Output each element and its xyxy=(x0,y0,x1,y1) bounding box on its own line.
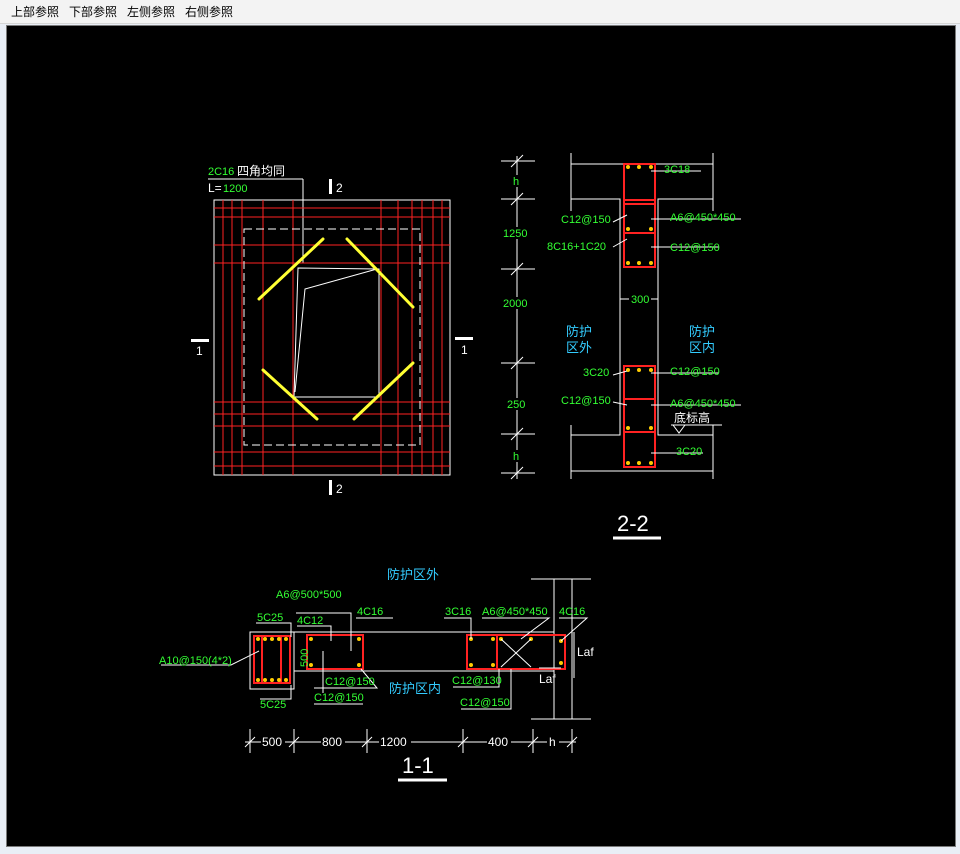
corner-bar-label: 2C16 xyxy=(208,166,234,178)
label-22-stirrup-left-low: C12@150 xyxy=(561,395,611,407)
label-22-bottom-elev: 底标高 xyxy=(674,410,710,425)
label-22-bars-left-low: 3C20 xyxy=(583,367,609,379)
label-11-beam-bars-left: 4C16 xyxy=(357,606,383,618)
label-11-col-bars-top: 5C25 xyxy=(257,612,283,624)
label-22-stirrup-right-low: C12@150 xyxy=(670,366,720,378)
dim-11-400: 400 xyxy=(488,735,508,749)
section-22-title: 2-2 xyxy=(617,511,649,536)
label-22-wall-width: 300 xyxy=(631,294,649,306)
label-11-col-bars-top2: 4C12 xyxy=(297,615,323,627)
label-11-stirrup-d: C12@150 xyxy=(460,697,510,709)
label-11-tie-left: A6@500*500 xyxy=(276,589,342,601)
label-22-bottom-bars: 3C20 xyxy=(676,446,702,458)
menu-bar: 上部参照 下部参照 左侧参照 右侧参照 xyxy=(0,0,960,24)
section-11-title: 1-1 xyxy=(402,753,434,778)
dim-22-250: 250 xyxy=(507,399,525,411)
label-22-inside-2: 区内 xyxy=(689,340,715,355)
label-11-outside: 防护区外 xyxy=(387,567,439,582)
dim-11-500: 500 xyxy=(262,735,282,749)
label-11-col-bars-bottom: 5C25 xyxy=(260,699,286,711)
section-2-2: h 1250 2000 250 h 3C18 C12@150 A6@450*45… xyxy=(501,153,741,540)
dim-11-h: h xyxy=(549,735,556,749)
label-22-tie-low: A6@450*450 xyxy=(670,398,736,410)
menu-bottom-reference[interactable]: 下部参照 xyxy=(64,1,122,23)
section-mark-1-left: 1 xyxy=(196,344,203,358)
label-11-stirrup-a: C12@150 xyxy=(325,676,375,688)
label-22-stirrup-right-top: C12@150 xyxy=(670,242,720,254)
label-11-laf-1: Laf xyxy=(577,645,594,659)
menu-right-reference[interactable]: 右侧参照 xyxy=(180,1,238,23)
corner-bar-note: 四角均同 xyxy=(237,164,285,178)
label-11-beam-bars-right: 4C16 xyxy=(559,606,585,618)
menu-left-reference[interactable]: 左侧参照 xyxy=(122,1,180,23)
dim-22-h-top: h xyxy=(513,176,519,188)
label-11-tie-right: A6@450*450 xyxy=(482,606,548,618)
label-11-beam-bars-mid: 3C16 xyxy=(445,606,471,618)
menu-top-reference[interactable]: 上部参照 xyxy=(6,1,64,23)
dim-22-h-bottom: h xyxy=(513,451,519,463)
label-22-top-bars: 3C18 xyxy=(664,164,690,176)
section-mark-2-top: 2 xyxy=(336,181,343,195)
cad-drawing: 2C16 四角均同 L= 1200 2 2 1 1 h 1250 2000 25… xyxy=(159,153,741,782)
label-11-stirrup-b: C12@150 xyxy=(314,692,364,704)
dim-22-2000: 2000 xyxy=(503,298,527,310)
section-1-1: 防护区外 防护区内 A6@500*500 5C25 4C12 4C16 3C16… xyxy=(159,567,594,782)
label-22-tie-top: A6@450*450 xyxy=(670,212,736,224)
label-11-laf-2: Laf xyxy=(539,672,556,686)
label-11-inside: 防护区内 xyxy=(389,681,441,696)
section-mark-2-bottom: 2 xyxy=(336,482,343,496)
label-22-stirrup-left-top: C12@150 xyxy=(561,214,611,226)
label-22-outside-2: 区外 xyxy=(566,340,592,355)
length-label: L= xyxy=(208,181,222,195)
label-11-stirrup-c: C12@130 xyxy=(452,675,502,687)
dim-22-1250: 1250 xyxy=(503,228,527,240)
label-11-col-stirrup: A10@150 xyxy=(159,655,208,667)
length-value: 1200 xyxy=(223,183,247,195)
dim-11-1200: 1200 xyxy=(380,735,407,749)
section-mark-1-right: 1 xyxy=(461,343,468,357)
cad-drawing-canvas[interactable]: 2C16 四角均同 L= 1200 2 2 1 1 h 1250 2000 25… xyxy=(6,25,956,847)
label-11-col-size: 500 xyxy=(299,649,311,667)
label-22-inside-1: 防护 xyxy=(689,324,715,339)
label-11-col-stirrup-legs: (4*2) xyxy=(208,655,232,667)
label-22-outside-1: 防护 xyxy=(566,324,592,339)
label-22-side-bars: 8C16+1C20 xyxy=(547,241,606,253)
dim-11-800: 800 xyxy=(322,735,342,749)
plan-view: 2C16 四角均同 L= 1200 2 2 1 1 xyxy=(191,164,473,496)
